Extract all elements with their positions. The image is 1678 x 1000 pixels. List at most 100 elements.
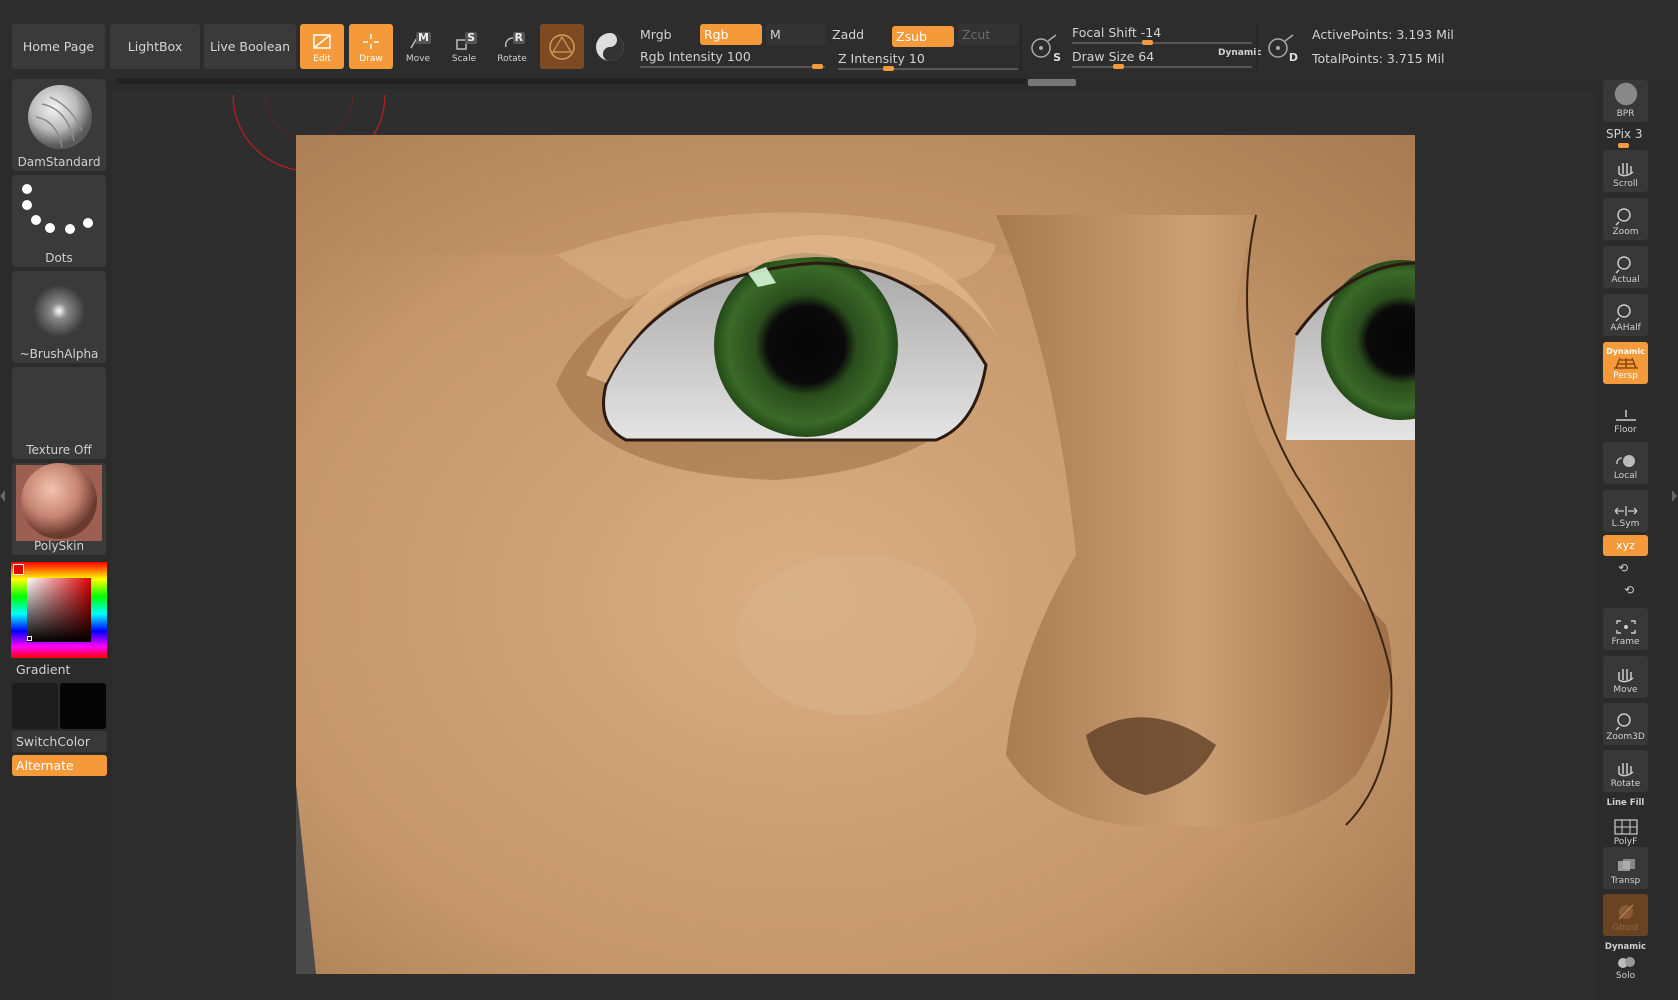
main-color-swatch[interactable] [13,564,24,575]
actual-zoom-icon [1614,256,1631,274]
zoom3d-label: Zoom3D [1606,732,1645,742]
bpr-button[interactable]: BPR [1603,80,1648,122]
transp-label: Transp [1610,876,1641,886]
shading-sphere-button[interactable] [588,24,632,69]
move-label: Move [405,54,431,64]
polyf-button[interactable]: PolyF [1603,808,1648,850]
z-intensity-knob[interactable] [883,66,894,71]
frame-button[interactable]: Frame [1603,608,1648,650]
aahalf-button[interactable]: AAHalf [1603,294,1648,336]
texture-thumbnail[interactable]: Texture Off [12,367,106,459]
home-page-button[interactable]: Home Page [12,24,105,69]
frame-icon [1615,620,1636,634]
lightbox-button[interactable]: LightBox [110,24,200,69]
rotate-view-button[interactable]: Rotate [1603,750,1648,792]
edit-label: Edit [313,54,331,64]
z-intensity-label: Z Intensity 10 [838,51,925,66]
color-picker[interactable] [11,562,107,658]
draw-button[interactable]: Draw [349,24,393,69]
zcut-toggle[interactable]: Zcut [958,24,1018,45]
bpr-sphere-icon [1614,82,1637,106]
actual-button[interactable]: Actual [1603,246,1648,288]
live-boolean-button[interactable]: Live Boolean [204,24,296,69]
zoom3d-button[interactable]: Zoom3D [1603,703,1648,745]
move-hand-icon [1617,669,1633,683]
alternate-toggle[interactable]: Alternate [12,755,107,776]
zadd-toggle[interactable]: Zadd [832,27,864,42]
color-picker-square[interactable] [27,578,91,642]
brush-label: DamStandard [17,155,101,169]
stroke-thumbnail[interactable]: Dots [12,175,106,267]
texture-label: Texture Off [26,443,92,457]
aahalf-label: AAHalf [1610,323,1641,333]
rotate-button[interactable]: R Rotate [490,24,534,69]
rgb-intensity-knob[interactable] [812,64,823,69]
bpr-label: BPR [1616,109,1635,119]
focal-shift-label: Focal Shift -14 [1072,25,1162,40]
edit-button[interactable]: Edit [300,24,344,69]
persp-button[interactable]: Dynamic Persp [1603,342,1648,384]
toolbar-separator-2 [1256,22,1258,70]
focal-shift-slider[interactable] [1072,42,1252,44]
sculpt-viewport[interactable] [296,135,1415,974]
edit-icon [313,34,331,49]
mrgb-toggle[interactable]: Mrgb [640,27,672,42]
symmetry-arrows-icon [1614,506,1637,516]
draw-size-knob[interactable] [1113,64,1124,69]
focal-shift-knob[interactable] [1142,40,1153,45]
move-view-label: Move [1613,685,1638,695]
rgb-intensity-slider[interactable] [640,66,825,68]
ghost-button[interactable]: Ghost [1603,894,1648,936]
right-panel-collapse-arrow[interactable] [1672,490,1677,502]
scale-button[interactable]: S Scale [442,24,486,69]
scale-key-badge: S [465,31,477,44]
draw-icon [363,34,379,49]
floor-button[interactable]: Floor [1603,396,1648,438]
face-model [296,135,1415,974]
material-thumbnail[interactable]: PolySkin [12,463,106,555]
gradient-toggle[interactable]: Gradient [12,659,107,680]
zsub-toggle[interactable]: Zsub [892,26,954,47]
m-toggle[interactable]: M [766,24,826,45]
rotate-z-icon[interactable]: ⟲ [1624,583,1634,597]
brush-thumbnail[interactable]: DamStandard [12,79,106,171]
material-button[interactable] [540,24,584,69]
rotate-key-badge: R [512,31,525,44]
rotate-label: Rotate [497,54,527,64]
solo-button[interactable]: Solo [1603,950,1648,984]
focal-shift-brush-icon[interactable]: S [1025,28,1063,66]
solo-label: Solo [1615,971,1636,981]
total-points: TotalPoints: 3.715 Mil [1312,51,1445,66]
polyf-label: PolyF [1613,837,1638,847]
alpha-icon [33,285,85,337]
draw-size-slider[interactable] [1072,66,1252,68]
draw-label: Draw [359,54,383,64]
transp-button[interactable]: Transp [1603,847,1648,889]
scroll-label: Scroll [1613,179,1638,189]
toolbar-separator [1020,22,1022,70]
dynamic-brush-icon[interactable]: D [1262,28,1300,66]
aahalf-icon [1614,304,1631,322]
secondary-color-swatch[interactable] [60,683,106,729]
alpha-label: ~BrushAlpha [19,347,99,361]
scroll-button[interactable]: Scroll [1603,150,1648,192]
lsym-button[interactable]: L.Sym [1603,490,1648,532]
move-button[interactable]: M Move [396,24,440,69]
persp-label: Persp [1613,371,1638,381]
actual-label: Actual [1611,275,1640,285]
move-view-button[interactable]: Move [1603,656,1648,698]
left-panel-collapse-arrow[interactable] [0,490,5,502]
material-label: PolySkin [33,539,85,553]
rgb-toggle[interactable]: Rgb [700,24,762,45]
rotate-y-icon[interactable]: ⟲ [1618,561,1628,575]
spix-knob[interactable] [1618,143,1629,148]
rotate-view-label: Rotate [1610,779,1641,789]
switch-color-button[interactable]: SwitchColor [12,731,107,752]
z-intensity-slider[interactable] [838,68,1018,70]
zoom-button[interactable]: Zoom [1603,198,1648,240]
primary-color-swatch[interactable] [12,683,58,729]
local-sphere-icon [1615,455,1635,467]
xyz-button[interactable]: xyz [1603,535,1648,556]
alpha-thumbnail[interactable]: ~BrushAlpha [12,271,106,363]
local-button[interactable]: Local [1603,442,1648,484]
